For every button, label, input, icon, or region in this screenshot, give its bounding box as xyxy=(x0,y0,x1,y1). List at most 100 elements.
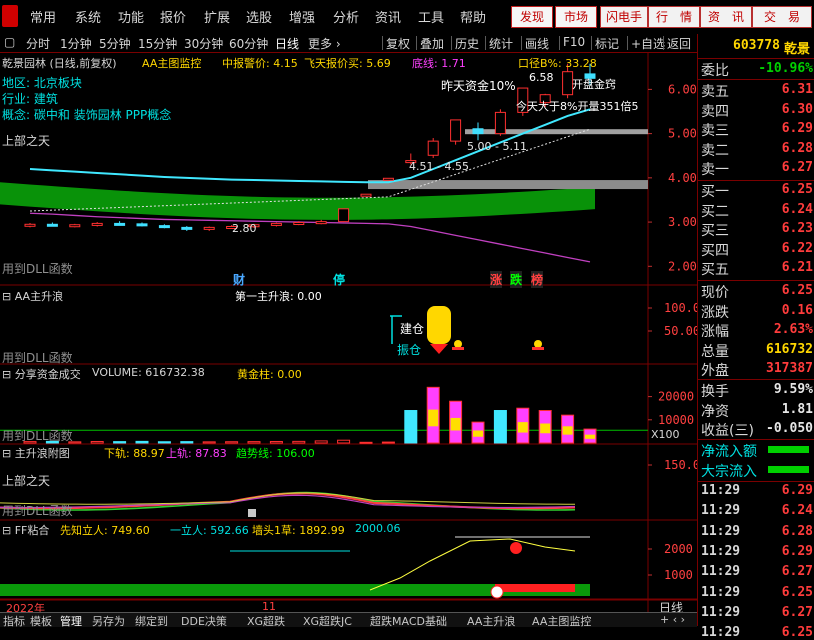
toolbar-tool-6[interactable]: 标记 xyxy=(595,35,619,52)
menu-item-9[interactable]: 工具 xyxy=(418,7,444,26)
panel5-title[interactable]: ⊟ FF粘合 xyxy=(2,522,49,538)
caliber-label: 口径B%: 33.28 xyxy=(518,57,597,70)
p4-line-magenta xyxy=(0,494,576,509)
stock-name: 乾景 xyxy=(784,42,811,57)
bottom-tab-7[interactable]: XG超跌JC xyxy=(303,613,352,629)
period-tab-6[interactable]: 日线 xyxy=(275,35,299,52)
bottom-tab-10[interactable]: AA主图监控 xyxy=(532,613,591,629)
dll-text-panel3: 用到DLL函数 xyxy=(2,429,73,443)
menu-item-2[interactable]: 功能 xyxy=(118,7,144,26)
menu-item-3[interactable]: 报价 xyxy=(160,7,186,26)
panel3-collapse-icon[interactable]: ⊟ xyxy=(2,368,11,381)
panel2-label-build: 建仓 xyxy=(400,322,425,336)
menu-item-4[interactable]: 扩展 xyxy=(204,7,230,26)
quote-divider xyxy=(698,58,814,59)
menu-button-2[interactable]: 资 讯 xyxy=(700,6,752,28)
p4-marker xyxy=(248,509,256,517)
menu-link-0[interactable]: 发现 xyxy=(511,6,553,28)
stat-label-0: 现价 xyxy=(701,285,729,301)
stat2-value-1: 1.81 xyxy=(781,401,813,417)
weibi-value: -10.96% xyxy=(758,61,813,76)
p2-bell-signal xyxy=(427,306,451,344)
period-tab-4[interactable]: 30分钟 xyxy=(184,35,223,52)
menu-item-5[interactable]: 选股 xyxy=(246,7,272,26)
signal-tag-cai: 财 xyxy=(233,273,246,287)
sell-price-0: 6.31 xyxy=(781,82,813,97)
sell-price-2: 6.29 xyxy=(781,121,813,136)
y-tick-label-main-4: 2.00 xyxy=(668,259,697,273)
flow-label-1: 大宗流入 xyxy=(701,464,757,480)
period-tab-5[interactable]: 60分钟 xyxy=(229,35,268,52)
dll-text-main: 用到DLL函数 xyxy=(2,262,73,276)
buy-label-3: 买四 xyxy=(701,242,729,259)
menu-item-0[interactable]: 常用 xyxy=(30,7,56,26)
bottom-tab-5[interactable]: DDE决策 xyxy=(181,613,227,629)
panel5-2000: 2000.06 xyxy=(355,522,401,535)
toolbar-collapse-icon[interactable]: ▢ xyxy=(4,35,15,49)
toolbar-tool-1[interactable]: 叠加 xyxy=(420,35,444,52)
panel2-collapse-icon[interactable]: ⊟ xyxy=(2,290,11,303)
menu-item-1[interactable]: 系统 xyxy=(75,7,101,26)
volume-bar-gold-18 xyxy=(428,409,439,427)
panel5-first-know: 先知立人: 749.60 xyxy=(60,524,150,537)
panel3-title[interactable]: ⊟ 分享资金成交 xyxy=(2,366,81,382)
stat-value-1: 0.16 xyxy=(781,302,813,318)
toolbar-tool-4[interactable]: 画线 xyxy=(525,35,549,52)
period-tab-3[interactable]: 15分钟 xyxy=(138,35,177,52)
toolbar-tool-0[interactable]: 复权 xyxy=(386,35,410,52)
panel5-collapse-icon[interactable]: ⊟ xyxy=(2,524,11,537)
bottom-tab-6[interactable]: XG超跌 xyxy=(247,613,285,629)
volume-bar-17 xyxy=(404,410,418,444)
stat-label-3: 总量 xyxy=(701,343,729,360)
p5-white-dot xyxy=(490,585,504,599)
period-tab-0[interactable]: 分时 xyxy=(26,35,50,52)
menu-button-1[interactable]: 行 情 xyxy=(648,6,700,28)
panel4-collapse-icon[interactable]: ⊟ xyxy=(2,447,11,460)
menu-item-7[interactable]: 分析 xyxy=(333,7,359,26)
bottom-tab-8[interactable]: 超跌MACD基础 xyxy=(370,613,447,629)
menu-item-10[interactable]: 帮助 xyxy=(460,7,486,26)
toolbar-tool-2[interactable]: 历史 xyxy=(455,35,479,52)
p2-down-arrow xyxy=(430,344,448,354)
bottom-tab-3[interactable]: 另存为 xyxy=(92,613,125,629)
tabs-scroll-arrows-icon[interactable]: + ‹ › xyxy=(660,613,685,626)
bottom-tab-4[interactable]: 绑定到 xyxy=(135,613,168,629)
volume-bar-21 xyxy=(493,410,507,444)
panel5-one-stand: 一立人: 592.66 xyxy=(170,524,249,537)
toolbar-tool-8[interactable]: 返回 xyxy=(667,35,691,52)
panel4-lower: 下轨: 88.97 xyxy=(104,447,165,460)
period-tab-1[interactable]: 1分钟 xyxy=(60,35,92,52)
candle-body-5 xyxy=(136,223,148,227)
sell-price-1: 6.30 xyxy=(781,101,813,117)
menu-button-3[interactable]: 交 易 xyxy=(752,6,812,28)
menu-link-1[interactable]: 市场 xyxy=(555,6,597,28)
volume-bar-3 xyxy=(90,440,104,444)
menu-item-8[interactable]: 资讯 xyxy=(375,7,401,26)
bottom-tab-1[interactable]: 模板 xyxy=(30,613,52,629)
signal-tag-ting: 停 xyxy=(333,273,346,287)
bottom-tab-9[interactable]: AA主升浪 xyxy=(467,613,515,629)
volume-bar-4 xyxy=(113,441,127,444)
resistance-bar-low xyxy=(368,180,648,190)
panel3-volume: VOLUME: 616732.38 xyxy=(92,366,205,379)
candle-body-11 xyxy=(270,222,282,226)
panel2-title[interactable]: ⊟ AA主升浪 xyxy=(2,288,63,304)
stat-value-2: 2.63% xyxy=(773,322,813,337)
toolbar-tool-3[interactable]: 统计 xyxy=(489,35,513,52)
menu-item-6[interactable]: 增强 xyxy=(289,7,315,26)
toolbar-tool-5[interactable]: F10 xyxy=(563,35,585,49)
stat2-value-0: 9.59% xyxy=(773,382,813,397)
panel3-unit: X100 xyxy=(651,428,680,441)
y-tick-label-main-1: 5.00 xyxy=(668,127,697,141)
toolbar-tool-7[interactable]: +自选 xyxy=(631,35,665,52)
p2-dot-base-0 xyxy=(452,347,464,350)
period-tab-7[interactable]: 更多 › xyxy=(308,35,341,52)
tick-time-5: 11:29 xyxy=(701,584,741,600)
period-tab-2[interactable]: 5分钟 xyxy=(99,35,131,52)
bottom-tab-2[interactable]: 管理 xyxy=(60,613,82,629)
buy-label-2: 买三 xyxy=(701,223,729,239)
bottom-tab-0[interactable]: 指标 xyxy=(3,613,25,629)
panel4-title[interactable]: ⊟ 主升浪附图 xyxy=(2,445,70,461)
toolbar-separator xyxy=(663,36,664,50)
menu-button-0[interactable]: 闪电手 xyxy=(600,6,648,28)
